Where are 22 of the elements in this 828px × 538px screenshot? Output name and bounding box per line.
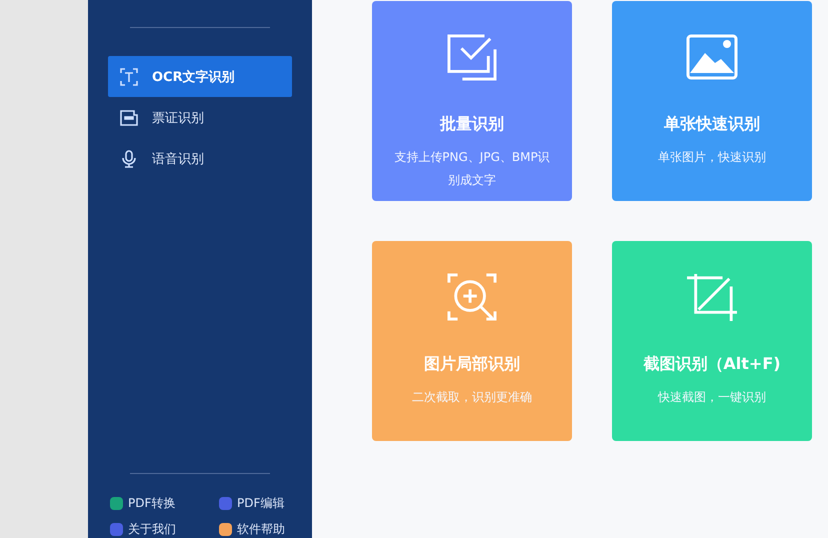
footer-link[interactable]: 软件帮助 — [219, 521, 312, 538]
footer-link[interactable]: PDF转换 — [110, 495, 219, 512]
card-title: 单张快速识别 — [664, 114, 760, 135]
crop-icon — [686, 273, 738, 321]
card-title: 图片局部识别 — [424, 354, 520, 375]
checked-stack-icon — [446, 33, 498, 81]
sidebar-item[interactable]: 票证识别 — [108, 97, 292, 138]
microphone-icon — [120, 150, 138, 168]
card-description: 二次截取，识别更准确 — [411, 389, 533, 406]
sidebar-item[interactable]: 语音识别 — [108, 138, 292, 179]
card-description: 单张图片，快速识别 — [657, 149, 767, 166]
card-title: 批量识别 — [440, 114, 504, 135]
card-description: 快速截图，一键识别 — [656, 389, 767, 406]
card-icon — [120, 108, 138, 126]
sidebar-item[interactable]: OCR文字识别 — [108, 56, 292, 97]
text-icon — [120, 68, 138, 86]
card-description: 支持上传PNG、JPG、BMP识别成文字 — [394, 149, 550, 189]
zoom-in-icon — [446, 273, 498, 321]
footer-link[interactable]: 关于我们 — [110, 521, 219, 538]
card-title: 截图识别（Alt+F) — [643, 354, 781, 375]
image-icon — [686, 33, 738, 81]
footer-link[interactable]: PDF编辑 — [219, 495, 312, 512]
